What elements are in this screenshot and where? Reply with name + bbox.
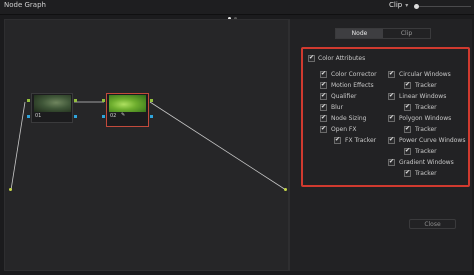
- power-curve-windows-checkbox[interactable]: [388, 136, 395, 144]
- node-01-key-output[interactable]: [74, 115, 77, 118]
- node-01-key-input[interactable]: [27, 115, 30, 118]
- power-curve-tracker-label: Tracker: [415, 148, 437, 155]
- source-input-port[interactable]: [9, 188, 12, 191]
- chevron-down-icon: ▾: [405, 2, 409, 9]
- node-02-output[interactable]: [150, 99, 153, 102]
- clip-dropdown[interactable]: Clip ▾: [389, 1, 408, 9]
- motion-effects-label: Motion Effects: [331, 82, 374, 89]
- node-sizing-checkbox[interactable]: [320, 114, 327, 122]
- polygon-windows-label: Polygon Windows: [399, 115, 452, 122]
- gradient-windows-label: Gradient Windows: [399, 159, 454, 166]
- node-graph-canvas[interactable]: 01 02 ✎: [4, 19, 289, 271]
- circular-windows-label: Circular Windows: [399, 71, 451, 78]
- close-button[interactable]: Close: [409, 219, 456, 229]
- blur-label: Blur: [331, 104, 344, 111]
- node-01-output[interactable]: [74, 99, 77, 102]
- gradient-tracker-checkbox[interactable]: [404, 169, 411, 177]
- clip-dropdown-label: Clip: [389, 1, 403, 9]
- window-title: Node Graph: [4, 1, 46, 9]
- top-bar: Node Graph Clip ▾: [0, 0, 474, 20]
- polygon-tracker-checkbox[interactable]: [404, 125, 411, 133]
- color-attributes-label: Color Attributes: [318, 55, 366, 62]
- node-02-key-output[interactable]: [150, 115, 153, 118]
- polygon-tracker-label: Tracker: [415, 126, 437, 133]
- open-fx-checkbox[interactable]: [320, 125, 327, 133]
- motion-effects-checkbox[interactable]: [320, 81, 327, 89]
- color-attributes-group: Color Attributes Color Corrector Motion …: [301, 47, 470, 187]
- polygon-windows-checkbox[interactable]: [388, 114, 395, 122]
- node-connections: [10, 101, 287, 191]
- panel-tabs: Node Clip: [335, 28, 431, 39]
- gradient-windows-checkbox[interactable]: [388, 158, 395, 166]
- node-01[interactable]: 01: [31, 93, 73, 123]
- open-fx-label: Open FX: [331, 126, 357, 133]
- power-curve-windows-label: Power Curve Windows: [399, 137, 466, 144]
- node-thumbnail: [34, 95, 71, 112]
- qualifier-label: Qualifier: [331, 93, 357, 100]
- fx-tracker-checkbox[interactable]: [334, 136, 341, 144]
- node-02[interactable]: 02 ✎: [106, 93, 149, 127]
- slider-knob[interactable]: [414, 4, 419, 9]
- pencil-icon: ✎: [121, 112, 126, 118]
- qualifier-checkbox[interactable]: [320, 92, 327, 100]
- node-sizing-label: Node Sizing: [331, 115, 367, 122]
- color-corrector-checkbox[interactable]: [320, 70, 327, 78]
- output-port[interactable]: [284, 188, 287, 191]
- node-label: 02: [110, 113, 117, 119]
- power-curve-tracker-checkbox[interactable]: [404, 147, 411, 155]
- circular-tracker-checkbox[interactable]: [404, 81, 411, 89]
- attributes-panel: Node Clip Color Attributes Color Correct…: [289, 19, 472, 271]
- fx-tracker-label: FX Tracker: [345, 137, 377, 144]
- gradient-tracker-label: Tracker: [415, 170, 437, 177]
- zoom-slider[interactable]: [414, 4, 471, 9]
- linear-tracker-checkbox[interactable]: [404, 103, 411, 111]
- linear-windows-checkbox[interactable]: [388, 92, 395, 100]
- color-corrector-label: Color Corrector: [331, 71, 377, 78]
- node-label: 01: [35, 113, 42, 119]
- node-01-input[interactable]: [27, 99, 30, 102]
- circular-tracker-label: Tracker: [415, 82, 437, 89]
- linear-tracker-label: Tracker: [415, 104, 437, 111]
- tab-clip[interactable]: Clip: [383, 29, 430, 38]
- color-attributes-checkbox[interactable]: [308, 54, 315, 62]
- blur-checkbox[interactable]: [320, 103, 327, 111]
- node-02-key-input[interactable]: [102, 115, 105, 118]
- node-02-input[interactable]: [102, 99, 105, 102]
- circular-windows-checkbox[interactable]: [388, 70, 395, 78]
- linear-windows-label: Linear Windows: [399, 93, 447, 100]
- tab-node[interactable]: Node: [336, 29, 383, 38]
- node-thumbnail: [109, 95, 146, 112]
